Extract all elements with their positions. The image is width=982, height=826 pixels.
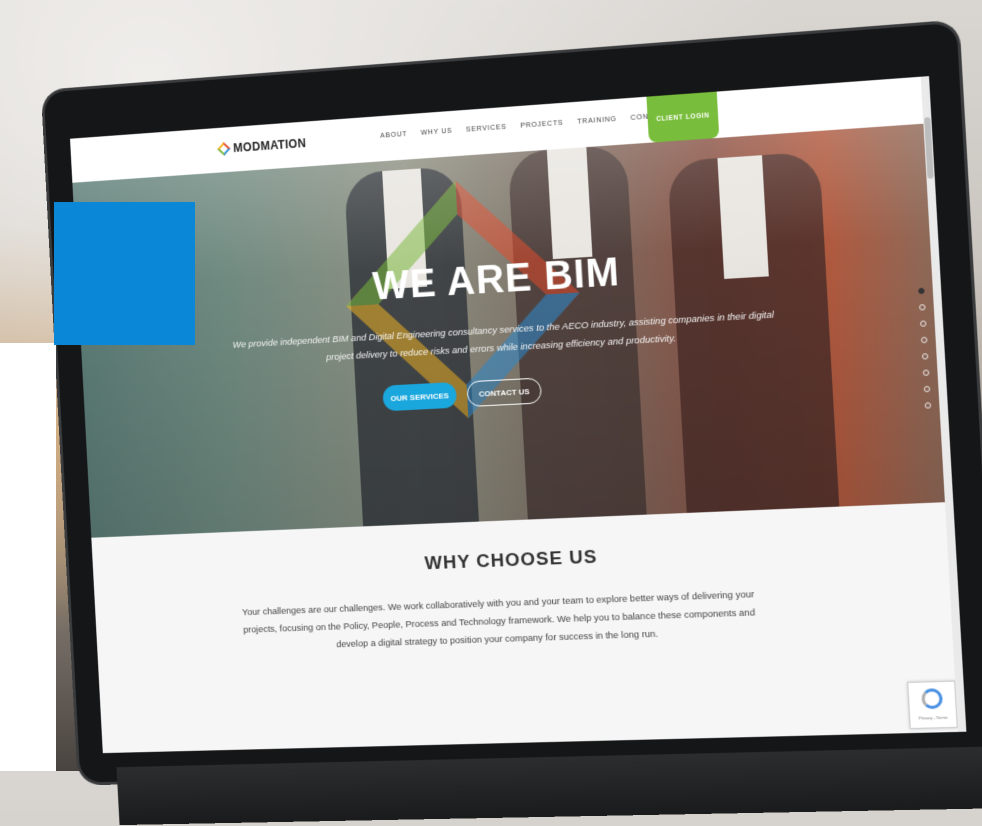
section-title: WHY CHOOSE US xyxy=(424,546,598,575)
brand-logo[interactable]: MODMATION xyxy=(217,136,307,156)
diamond-logo-icon xyxy=(217,142,231,156)
recaptcha-badge[interactable]: Privacy - Terms xyxy=(907,680,958,730)
nav-item-training[interactable]: TRAINING xyxy=(577,116,617,126)
nav-item-about[interactable]: ABOUT xyxy=(380,131,407,140)
section-text: Your challenges are our challenges. We w… xyxy=(241,589,756,651)
slider-dot-7[interactable] xyxy=(923,385,931,393)
why-choose-us-section: WHY CHOOSE US Your challenges are our ch… xyxy=(91,501,967,754)
brand-name: MODMATION xyxy=(232,136,307,156)
contact-us-button[interactable]: CONTACT US xyxy=(466,377,543,408)
recaptcha-icon xyxy=(921,688,944,710)
slider-dot-6[interactable] xyxy=(922,369,930,376)
white-panel xyxy=(0,343,56,771)
slider-dot-1[interactable] xyxy=(918,287,925,295)
slider-dot-2[interactable] xyxy=(919,304,926,311)
hero-section: WE ARE BIM We provide independent BIM an… xyxy=(72,123,954,538)
nav-item-projects[interactable]: PROJECTS xyxy=(520,120,563,130)
client-login-button[interactable]: CLIENT LOGIN xyxy=(646,91,720,143)
slider-dot-8[interactable] xyxy=(924,402,932,409)
website-screen: MODMATION ABOUT WHY US SERVICES PROJECTS… xyxy=(70,76,967,754)
nav-item-services[interactable]: SERVICES xyxy=(466,124,507,134)
our-services-button[interactable]: OUR SERVICES xyxy=(382,381,458,412)
slider-dot-4[interactable] xyxy=(920,336,928,344)
nav-menu: ABOUT WHY US SERVICES PROJECTS TRAINING … xyxy=(380,112,670,140)
slider-dot-3[interactable] xyxy=(919,320,927,327)
laptop: MODMATION ABOUT WHY US SERVICES PROJECTS… xyxy=(42,0,982,826)
slider-dot-5[interactable] xyxy=(921,353,929,360)
nav-item-why-us[interactable]: WHY US xyxy=(421,128,453,137)
blue-overlay-block xyxy=(54,202,195,345)
recaptcha-label[interactable]: Privacy - Terms xyxy=(912,715,954,721)
